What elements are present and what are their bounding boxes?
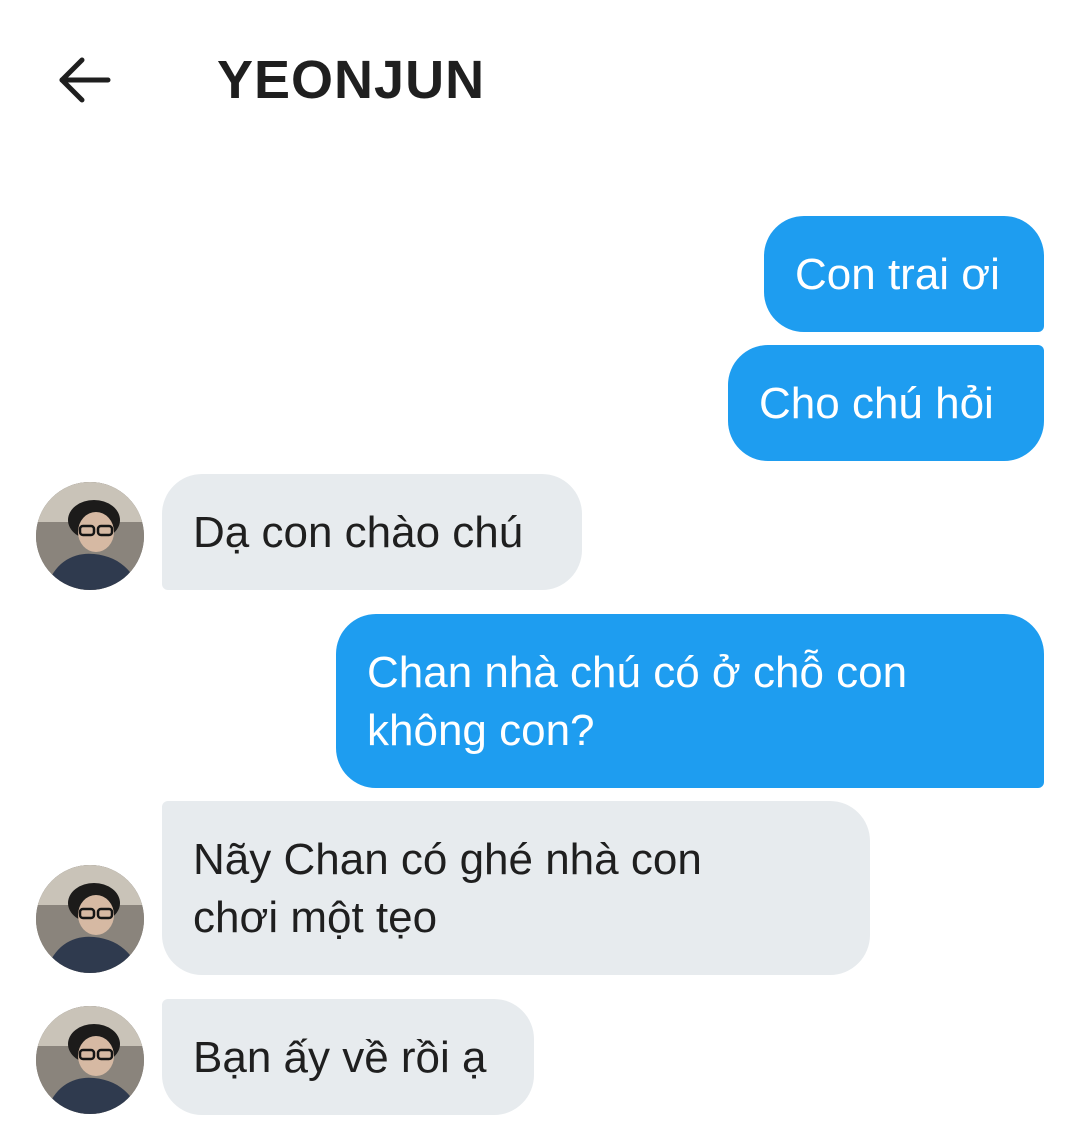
chat-title: YEONJUN [217,50,486,110]
avatar[interactable] [36,482,144,590]
message-text: Dạ con chào chú [193,508,524,557]
chat-header: YEONJUN [0,0,1080,160]
avatar[interactable] [36,1006,144,1114]
message-text: Cho chú hỏi [759,379,994,428]
outgoing-message-bubble[interactable]: Cho chú hỏi [728,345,1044,461]
message-text-line: chơi một tẹo [193,893,438,942]
outgoing-message-bubble[interactable]: Con trai ơi [764,216,1044,332]
message-text-line: Chan nhà chú có ở chỗ con [367,648,908,697]
message-text-line: không con? [367,706,595,755]
incoming-message-bubble[interactable]: Bạn ấy về rồi ạ [162,999,534,1115]
back-button[interactable] [52,52,116,108]
incoming-message-bubble[interactable]: Nãy Chan có ghé nhà con chơi một tẹo [162,801,870,975]
outgoing-message-bubble[interactable]: Chan nhà chú có ở chỗ con không con? [336,614,1044,788]
avatar[interactable] [36,865,144,973]
message-text: Con trai ơi [795,250,1000,299]
arrow-left-icon [52,52,116,108]
incoming-message-bubble[interactable]: Dạ con chào chú [162,474,582,590]
message-text-line: Nãy Chan có ghé nhà con [193,835,702,884]
message-text: Bạn ấy về rồi ạ [193,1033,487,1082]
